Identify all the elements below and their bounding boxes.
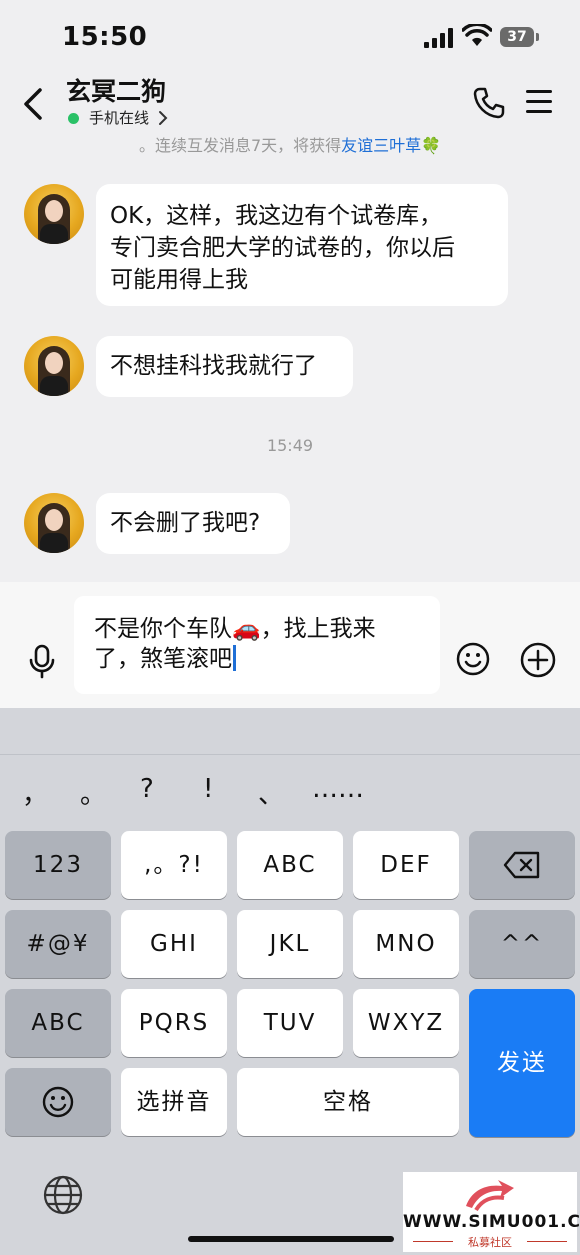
punct-key[interactable]: ! bbox=[203, 774, 213, 804]
key-jkl[interactable]: JKL bbox=[237, 910, 343, 978]
online-status-text[interactable]: 手机在线 bbox=[89, 107, 149, 128]
online-status-dot bbox=[68, 113, 79, 124]
message-bubble[interactable]: 不想挂科找我就行了 bbox=[96, 336, 353, 397]
key-123[interactable]: 123 bbox=[5, 831, 111, 899]
contact-avatar[interactable] bbox=[24, 493, 84, 553]
space-key[interactable]: 空格 bbox=[237, 1068, 459, 1136]
key-tuv[interactable]: TUV bbox=[237, 989, 343, 1057]
send-button[interactable]: 发送 bbox=[469, 989, 575, 1137]
message-bubble[interactable]: OK，这样，我这边有个试卷库， 专门卖合肥大学的试卷的，你以后 可能用得上我 bbox=[96, 184, 508, 306]
contact-name[interactable]: 玄冥二狗 bbox=[66, 72, 166, 108]
message-bubble[interactable]: 不会删了我吧? bbox=[96, 493, 290, 554]
message-line: 专门卖合肥大学的试卷的，你以后 bbox=[110, 235, 455, 261]
backspace-key[interactable] bbox=[469, 831, 575, 899]
watermark-url: WWW.SIMU001.CN bbox=[403, 1212, 580, 1232]
key-pinyin-select[interactable]: 选拼音 bbox=[121, 1068, 227, 1136]
key-emoticon[interactable]: ^^ bbox=[469, 910, 575, 978]
watermark-subtitle: 私募社区 bbox=[468, 1236, 512, 1249]
text-cursor bbox=[233, 645, 236, 671]
streak-notice: 。连续互发消息7天，将获得友谊三叶草🍀 bbox=[0, 132, 580, 156]
status-time: 15:50 bbox=[62, 22, 148, 52]
key-punctuation[interactable]: ,。?! bbox=[121, 831, 227, 899]
battery-icon: 37 bbox=[500, 27, 534, 47]
key-symbols[interactable]: #@¥ bbox=[5, 910, 111, 978]
input-line: 了，煞笔滚吧 bbox=[94, 646, 232, 672]
notice-text: 。连续互发消息7天，将获得 bbox=[138, 136, 342, 155]
message-line: OK，这样，我这边有个试卷库， bbox=[110, 203, 443, 229]
message-text: 不想挂科找我就行了 bbox=[110, 353, 317, 379]
punct-key[interactable]: ? bbox=[140, 774, 154, 804]
emoji-icon[interactable] bbox=[456, 642, 490, 676]
message-timestamp: 15:49 bbox=[266, 436, 314, 455]
friendship-clover-link[interactable]: 友谊三叶草 bbox=[341, 136, 421, 155]
phone-call-icon[interactable] bbox=[472, 86, 506, 120]
status-bar: 15:50 37 bbox=[0, 0, 580, 75]
message-text: 不会删了我吧? bbox=[110, 510, 261, 536]
key-ghi[interactable]: GHI bbox=[121, 910, 227, 978]
chevron-right-icon[interactable] bbox=[158, 110, 168, 126]
clover-icon: 🍀 bbox=[421, 136, 442, 155]
globe-icon[interactable] bbox=[42, 1174, 84, 1216]
input-line: 不是你个车队🚗，找上我来 bbox=[94, 616, 376, 642]
backspace-icon bbox=[503, 851, 540, 879]
microphone-icon[interactable] bbox=[26, 644, 58, 680]
message-line: 可能用得上我 bbox=[110, 267, 248, 293]
contact-avatar[interactable] bbox=[24, 336, 84, 396]
wifi-icon bbox=[462, 24, 492, 46]
key-wxyz[interactable]: WXYZ bbox=[353, 989, 459, 1057]
watermark: WWW.SIMU001.CN 私募社区 bbox=[403, 1172, 580, 1252]
punct-key[interactable]: ， bbox=[22, 774, 48, 811]
punct-key[interactable]: 、 bbox=[258, 774, 284, 811]
watermark-logo-icon bbox=[466, 1180, 514, 1212]
key-mno[interactable]: MNO bbox=[353, 910, 459, 978]
keyboard-divider bbox=[0, 754, 580, 755]
key-pqrs[interactable]: PQRS bbox=[121, 989, 227, 1057]
chat-area: 。连续互发消息7天，将获得友谊三叶草🍀 OK，这样，我这边有个试卷库， 专门卖合… bbox=[0, 136, 580, 582]
input-bar: 不是你个车队🚗，找上我来 了，煞笔滚吧 bbox=[0, 582, 580, 708]
battery-cap bbox=[536, 33, 539, 41]
chat-header: 玄冥二狗 手机在线 bbox=[0, 70, 580, 136]
back-arrow-icon[interactable] bbox=[20, 86, 48, 122]
punct-key[interactable]: 。 bbox=[80, 774, 106, 811]
emoji-icon bbox=[42, 1086, 74, 1118]
key-def[interactable]: DEF bbox=[353, 831, 459, 899]
signal-icon bbox=[424, 28, 454, 48]
key-abc[interactable]: ABC bbox=[237, 831, 343, 899]
contact-avatar[interactable] bbox=[24, 184, 84, 244]
emoji-key[interactable] bbox=[5, 1068, 111, 1136]
key-abc-mode[interactable]: ABC bbox=[5, 989, 111, 1057]
plus-icon[interactable] bbox=[520, 642, 556, 678]
menu-icon[interactable] bbox=[526, 90, 552, 114]
message-input[interactable]: 不是你个车队🚗，找上我来 了，煞笔滚吧 bbox=[74, 596, 440, 694]
punct-key[interactable]: …… bbox=[312, 774, 364, 804]
watermark-rule bbox=[527, 1241, 567, 1242]
home-indicator[interactable] bbox=[188, 1236, 394, 1242]
